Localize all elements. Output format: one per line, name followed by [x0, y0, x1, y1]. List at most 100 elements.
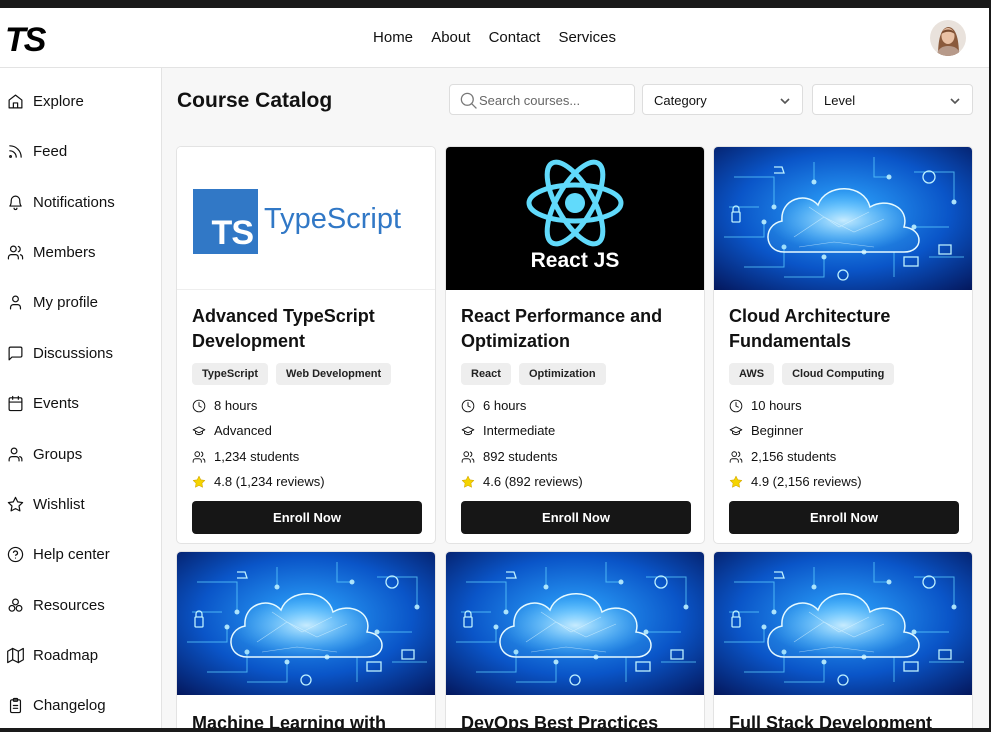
- bell-icon: [9, 195, 22, 210]
- sidebar-item-explore[interactable]: Explore: [7, 89, 84, 113]
- nav-about[interactable]: About: [431, 29, 470, 46]
- course-card[interactable]: Cloud Architecture Fundamentals AWS Clou…: [713, 146, 973, 544]
- search-icon: [460, 92, 477, 109]
- star-icon: [461, 475, 475, 488]
- star-icon: [192, 475, 206, 488]
- typescript-wordmark: TypeScript: [264, 203, 401, 235]
- level-text: Intermediate: [483, 423, 556, 438]
- course-students: 1,234 students: [192, 449, 299, 464]
- course-duration: 10 hours: [729, 398, 802, 413]
- sidebar-item-feed[interactable]: Feed: [7, 139, 67, 163]
- course-level: Intermediate: [461, 423, 555, 438]
- course-title: Machine Learning with: [192, 713, 387, 728]
- course-image-react: React JS: [446, 147, 704, 290]
- cloud-network-illustration: [714, 147, 972, 290]
- sidebar-item-label: My profile: [33, 293, 99, 311]
- avatar[interactable]: [930, 20, 966, 56]
- sidebar-item-members[interactable]: Members: [7, 240, 96, 264]
- course-tag: Web Development: [276, 363, 392, 385]
- duration-text: 6 hours: [483, 398, 527, 413]
- course-title: DevOps Best Practices: [461, 713, 659, 728]
- nav-services[interactable]: Services: [558, 29, 616, 46]
- enroll-button[interactable]: Enroll Now: [192, 501, 422, 534]
- ts-badge-text: TS: [211, 214, 254, 252]
- category-select[interactable]: Category: [642, 84, 803, 115]
- level-text: Advanced: [214, 423, 272, 438]
- sidebar-item-label: Roadmap: [33, 646, 99, 664]
- rating-text: 4.9 (2,156 reviews): [751, 474, 862, 489]
- course-duration: 6 hours: [461, 398, 526, 413]
- clock-icon: [461, 399, 475, 412]
- clock-icon: [192, 399, 206, 412]
- sidebar-item-wishlist[interactable]: Wishlist: [7, 492, 85, 516]
- sidebar-item-notifications[interactable]: Notifications: [7, 190, 115, 214]
- course-card[interactable]: DevOps Best Practices: [445, 551, 705, 728]
- nav-home[interactable]: Home: [373, 29, 413, 46]
- course-tag: Optimization: [518, 363, 606, 385]
- users-icon: [192, 450, 206, 463]
- course-duration: 8 hours: [192, 398, 257, 413]
- users-icon: [7, 245, 24, 259]
- nav-contact[interactable]: Contact: [489, 29, 541, 46]
- course-students: 2,156 students: [729, 449, 836, 464]
- course-tags: TypeScript Web Development: [192, 363, 399, 385]
- course-card[interactable]: Machine Learning with: [176, 551, 436, 728]
- cloud-network-illustration: [446, 552, 704, 695]
- message-square-icon: [8, 346, 23, 360]
- sidebar-item-roadmap[interactable]: Roadmap: [7, 643, 98, 667]
- graduation-cap-icon: [729, 425, 743, 435]
- chevron-down-icon: [950, 98, 960, 105]
- sidebar-item-label: Help center: [33, 545, 110, 563]
- rating-text: 4.6 (892 reviews): [483, 474, 583, 489]
- course-image-cloud: [177, 552, 435, 695]
- sidebar-item-label: Events: [33, 394, 79, 412]
- course-tag: AWS: [729, 363, 775, 385]
- course-rating: 4.8 (1,234 reviews): [192, 474, 325, 489]
- sidebar-item-events[interactable]: Events: [7, 391, 79, 415]
- resources-icon: [8, 598, 23, 612]
- enroll-button[interactable]: Enroll Now: [461, 501, 691, 534]
- top-nav: Home About Contact Services: [0, 29, 989, 46]
- user-icon: [9, 295, 22, 309]
- star-icon: [729, 475, 743, 488]
- enroll-button[interactable]: Enroll Now: [729, 501, 959, 534]
- course-image-typescript: TS TypeScript: [177, 147, 435, 290]
- search-box[interactable]: [449, 84, 635, 115]
- rss-icon: [9, 144, 22, 158]
- course-tags: AWS Cloud Computing: [729, 363, 902, 385]
- home-icon: [8, 94, 23, 108]
- sidebar-item-changelog[interactable]: Changelog: [7, 693, 106, 717]
- students-text: 2,156 students: [751, 449, 837, 464]
- sidebar-item-discussions[interactable]: Discussions: [7, 341, 113, 365]
- avatar-image: [930, 20, 966, 56]
- course-title: Full Stack Development: [729, 713, 933, 728]
- level-select[interactable]: Level: [812, 84, 973, 115]
- sidebar-item-my-profile[interactable]: My profile: [7, 290, 98, 314]
- sidebar-item-help-center[interactable]: Help center: [7, 542, 110, 566]
- rating-text: 4.8 (1,234 reviews): [214, 474, 325, 489]
- course-rating: 4.6 (892 reviews): [461, 474, 583, 489]
- clipboard-icon: [9, 697, 22, 713]
- duration-text: 10 hours: [751, 398, 802, 413]
- calendar-icon: [8, 395, 23, 411]
- course-tag: Cloud Computing: [782, 363, 895, 385]
- course-rating: 4.9 (2,156 reviews): [729, 474, 862, 489]
- category-select-label: Category: [654, 93, 707, 108]
- cloud-network-illustration: [177, 552, 435, 695]
- level-select-label: Level: [824, 93, 856, 108]
- sidebar-item-label: Feed: [33, 142, 68, 160]
- level-text: Beginner: [751, 423, 804, 438]
- search-input[interactable]: [479, 90, 629, 110]
- course-title: Advanced TypeScript Development: [192, 306, 375, 351]
- course-card[interactable]: React JS React Performance and Optimizat…: [445, 146, 705, 544]
- course-card[interactable]: Full Stack Development: [713, 551, 973, 728]
- cloud-network-illustration: [714, 552, 972, 695]
- map-icon: [7, 647, 24, 663]
- course-students: 892 students: [461, 449, 557, 464]
- sidebar-item-label: Notifications: [33, 193, 115, 211]
- course-card[interactable]: TS TypeScript Advanced TypeScript Develo…: [176, 146, 436, 544]
- users-icon: [729, 450, 743, 463]
- sidebar-item-groups[interactable]: Groups: [7, 442, 82, 466]
- sidebar-item-resources[interactable]: Resources: [7, 593, 105, 617]
- typescript-logo-icon: TS: [193, 189, 258, 254]
